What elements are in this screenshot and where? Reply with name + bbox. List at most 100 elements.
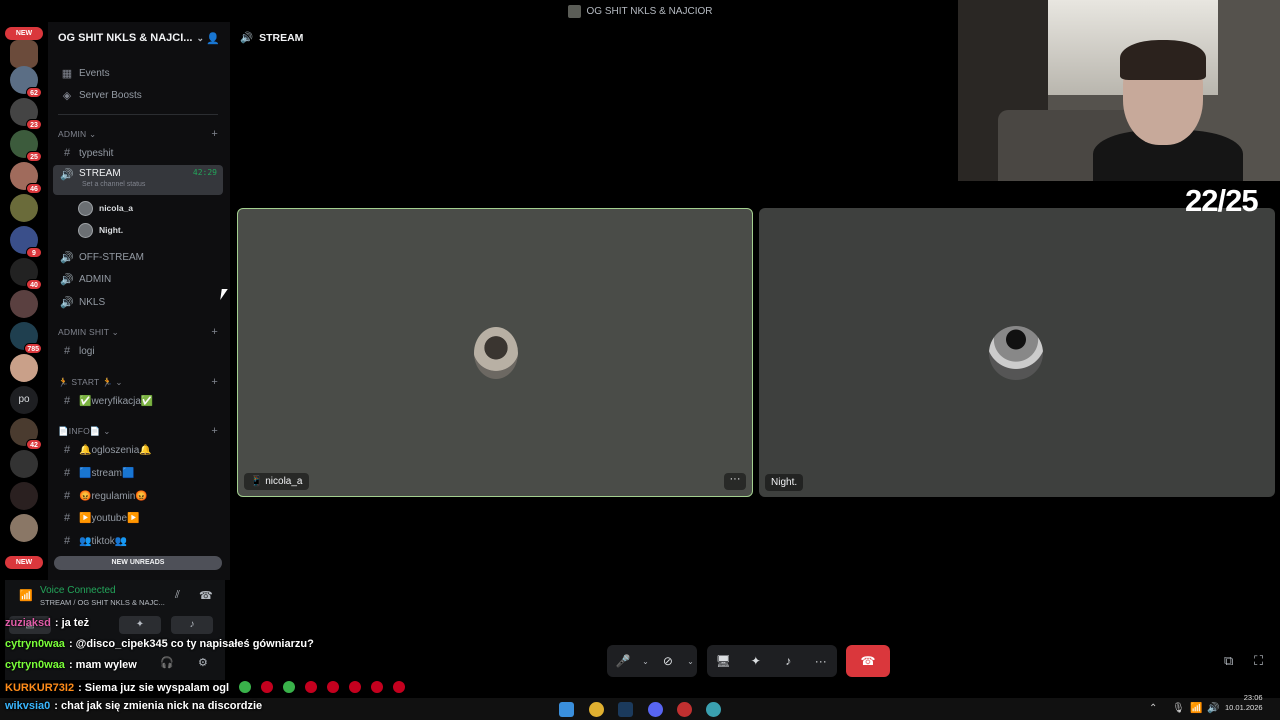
sidebar-item-label: Events: [79, 67, 110, 79]
channel-label: OFF-STREAM: [79, 251, 144, 263]
volume-icon[interactable]: 🔊: [1207, 703, 1219, 714]
server-icon[interactable]: 46: [10, 162, 42, 194]
category-info[interactable]: 📄 INFO 📄 ⌄ +: [58, 424, 218, 438]
app-icon[interactable]: [706, 702, 721, 717]
channel-stream-text[interactable]: # 🟦stream🟦: [53, 463, 223, 483]
chat-username: cytryn0waa: [5, 638, 65, 650]
server-icon[interactable]: [10, 514, 38, 542]
more-options-icon[interactable]: ···: [805, 645, 838, 677]
server-icon[interactable]: [10, 354, 38, 382]
participant-name-label: 📱 nicola_a: [244, 473, 309, 490]
server-icon[interactable]: 62: [10, 66, 42, 98]
channel-tiktok[interactable]: # 👥tiktok👥: [53, 531, 223, 551]
new-unreads-bar[interactable]: NEW UNREADS: [54, 556, 222, 570]
mention-badge: 42: [26, 439, 42, 450]
voice-channel-icon: 🔊: [240, 32, 254, 44]
server-icon[interactable]: [10, 40, 38, 68]
channel-stream[interactable]: 🔊 STREAM 42:29 Set a channel status: [53, 165, 223, 195]
chevron-down-icon: ⌄: [196, 32, 205, 43]
voice-status[interactable]: Voice Connected: [40, 585, 116, 596]
channel-regulamin[interactable]: # 😡regulamin😡: [53, 486, 223, 506]
category-admin-shit[interactable]: ADMIN SHIT ⌄ +: [58, 325, 218, 339]
sidebar-item-server-boosts[interactable]: ◈ Server Boosts: [53, 85, 223, 105]
chevron-down-icon[interactable]: ⌄: [684, 657, 697, 666]
add-member-icon[interactable]: 👤: [206, 32, 220, 45]
server-icon[interactable]: [10, 450, 38, 478]
channel-weryfikacja[interactable]: # ✅weryfikacja✅: [53, 391, 223, 411]
chat-username: cytryn0waa: [5, 659, 65, 671]
avatar: [78, 200, 93, 216]
fullscreen-icon[interactable]: ⛶: [1254, 653, 1263, 669]
voice-user[interactable]: Night.: [78, 220, 123, 240]
clock-date: 10.01.2026: [1225, 703, 1263, 712]
add-channel-icon[interactable]: +: [211, 425, 218, 437]
soundboard-button[interactable]: ♪: [171, 616, 213, 634]
mention-badge: 46: [26, 183, 42, 194]
emote-icon: [349, 681, 362, 693]
category-start[interactable]: 🏃 START 🏃 ⌄ +: [58, 375, 218, 389]
chevron-down-icon[interactable]: ⌄: [639, 657, 652, 666]
mention-badge: 23: [26, 119, 42, 130]
voice-location[interactable]: STREAM / OG SHIT NKLS & NAJC...: [40, 598, 165, 607]
avatar: [989, 326, 1043, 380]
microphone-icon[interactable]: 🎙: [1172, 703, 1185, 714]
discord-icon[interactable]: [648, 702, 663, 717]
guild-header[interactable]: OG SHIT NKLS & NAJCI... ⌄ 👤: [48, 22, 230, 54]
camera-off-icon[interactable]: ⊘: [652, 645, 684, 677]
mention-badge: 785: [24, 343, 42, 354]
chrome-icon[interactable]: [589, 702, 604, 717]
participant-tile[interactable]: 📱 nicola_a ···: [237, 208, 753, 497]
disconnect-button[interactable]: ☎: [846, 645, 890, 677]
mention-badge: 9: [26, 247, 42, 258]
popout-icon[interactable]: ⧉: [1224, 653, 1233, 669]
server-icon[interactable]: [10, 482, 38, 510]
gear-icon[interactable]: ⚙: [198, 656, 208, 669]
windows-start-icon[interactable]: [559, 702, 574, 717]
server-icon[interactable]: 25: [10, 130, 42, 162]
signal-icon[interactable]: 📶: [19, 589, 33, 602]
channel-label: ✅weryfikacja✅: [79, 395, 154, 407]
participant-tile[interactable]: Night.: [759, 208, 1275, 497]
noise-suppression-icon[interactable]: ⫽: [175, 589, 180, 602]
server-icon[interactable]: 42: [10, 418, 42, 450]
channel-header: 🔊 STREAM: [240, 31, 303, 45]
activities-icon[interactable]: ✦: [740, 645, 773, 677]
sidebar-item-events[interactable]: ▦ Events: [53, 63, 223, 83]
voice-user-name: nicola_a: [99, 203, 134, 213]
server-icon[interactable]: 40: [10, 258, 42, 290]
activities-button[interactable]: ✦: [119, 616, 161, 634]
server-icon[interactable]: [10, 194, 38, 222]
new-unreads-pill-bottom[interactable]: NEW: [5, 556, 43, 569]
steam-icon[interactable]: [618, 702, 633, 717]
new-unreads-pill-top[interactable]: NEW: [5, 27, 43, 40]
add-channel-icon[interactable]: +: [211, 376, 218, 388]
voice-user[interactable]: nicola_a: [78, 198, 133, 218]
channel-admin[interactable]: 🔊 ADMIN: [53, 269, 223, 289]
server-icon[interactable]: 9: [10, 226, 42, 258]
screen-share-icon[interactable]: 🖥: [707, 645, 740, 677]
channel-logi[interactable]: # logi: [53, 341, 223, 361]
channel-nkls[interactable]: 🔊 NKLS: [53, 292, 223, 312]
channel-typeshit[interactable]: # typeshit: [53, 143, 223, 163]
server-icon[interactable]: po: [10, 386, 38, 414]
channel-ogloszenia[interactable]: # 🔔ogloszenia🔔: [53, 440, 223, 460]
channel-youtube[interactable]: # ▶️youtube▶️: [53, 508, 223, 528]
add-channel-icon[interactable]: +: [211, 128, 218, 140]
microphone-icon[interactable]: 🎤: [607, 645, 639, 677]
wifi-icon[interactable]: 📶: [1190, 703, 1202, 714]
emote-icon: [239, 681, 252, 693]
more-options-icon[interactable]: ···: [724, 473, 746, 490]
server-icon[interactable]: 23: [10, 98, 42, 130]
server-icon[interactable]: 785: [10, 322, 42, 354]
soundboard-icon[interactable]: ♪: [772, 645, 805, 677]
chevron-up-icon[interactable]: ⌃: [1149, 703, 1157, 714]
disconnect-icon[interactable]: ☎: [199, 589, 213, 602]
system-clock[interactable]: 23:06 10.01.2026: [1225, 693, 1263, 713]
channel-off-stream[interactable]: 🔊 OFF-STREAM: [53, 247, 223, 267]
server-icon[interactable]: [10, 290, 38, 318]
headset-icon[interactable]: 🎧: [160, 656, 174, 669]
add-channel-icon[interactable]: +: [211, 326, 218, 338]
channel-status-prompt[interactable]: Set a channel status: [82, 181, 145, 188]
app-icon[interactable]: [677, 702, 692, 717]
category-admin[interactable]: ADMIN ⌄ +: [58, 127, 218, 141]
